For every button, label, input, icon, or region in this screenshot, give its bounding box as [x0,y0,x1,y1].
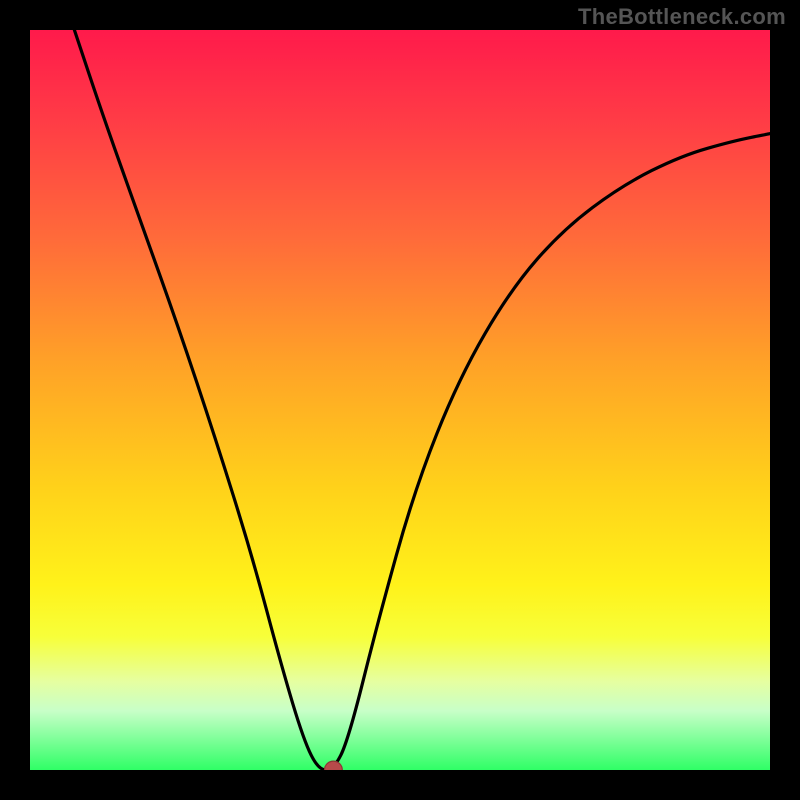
chart-frame: TheBottleneck.com [0,0,800,800]
bottleneck-curve [74,30,770,770]
curve-layer [30,30,770,770]
minimum-marker [325,761,343,770]
watermark-text: TheBottleneck.com [578,4,786,30]
